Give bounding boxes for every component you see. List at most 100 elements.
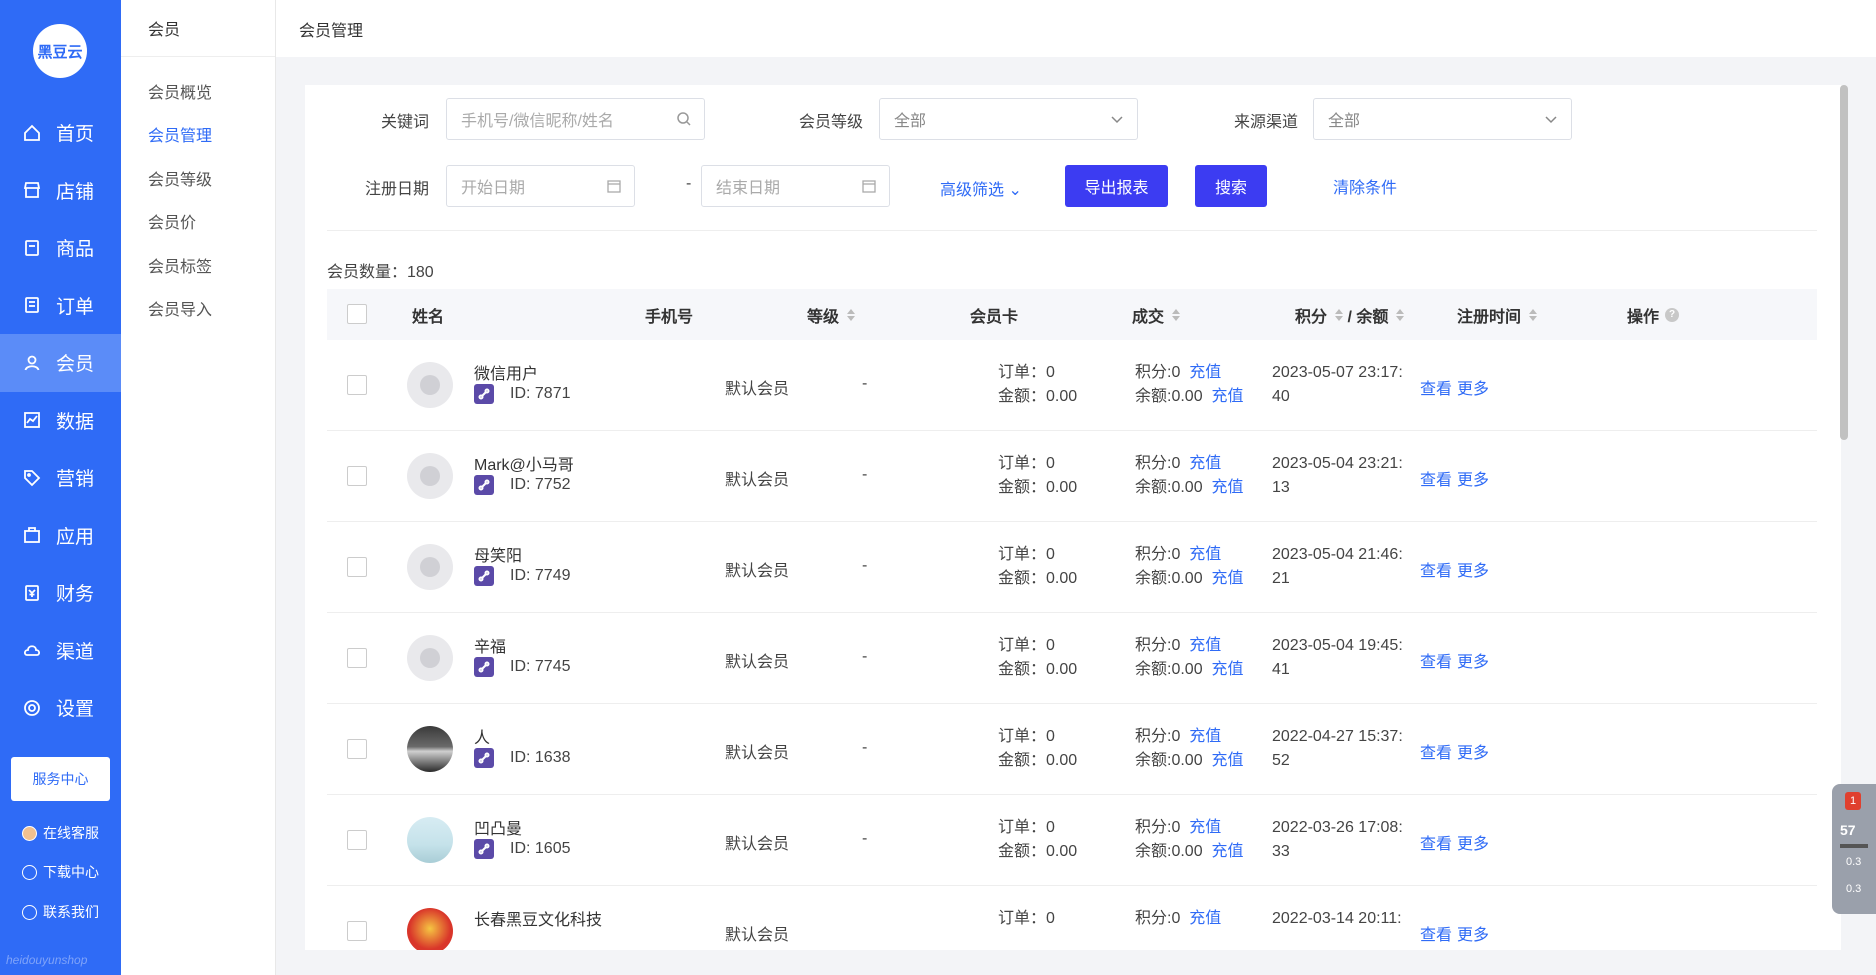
nav-item-7[interactable]: 应用 [0, 507, 121, 565]
points-recharge-link[interactable]: 充值 [1189, 910, 1221, 927]
help-icon[interactable]: ? [1665, 307, 1680, 322]
deal-cell: 订单：0 金额：0.00 [998, 452, 1077, 500]
order-icon [22, 295, 42, 315]
points-value: 积分:0 [1135, 819, 1181, 836]
keyword-input[interactable]: 手机号/微信昵称/姓名 [446, 98, 705, 140]
start-date-input[interactable]: 开始日期 [446, 165, 635, 207]
points-recharge-link[interactable]: 充值 [1189, 819, 1221, 836]
row-checkbox[interactable] [347, 739, 367, 759]
secnav-item-3[interactable]: 会员价 [121, 200, 275, 244]
online-service-link[interactable]: 在线客服 [0, 823, 121, 843]
points-recharge-link[interactable]: 充值 [1189, 637, 1221, 654]
more-link[interactable]: 更多 [1457, 648, 1489, 672]
select-all-checkbox[interactable] [347, 304, 367, 324]
row-checkbox[interactable] [347, 375, 367, 395]
row-checkbox[interactable] [347, 557, 367, 577]
order-count: 订单：0 [998, 819, 1055, 836]
points-recharge-link[interactable]: 充值 [1189, 364, 1221, 381]
points-value: 积分:0 [1135, 455, 1181, 472]
balance-recharge-link[interactable]: 充值 [1211, 570, 1243, 587]
balance-recharge-link[interactable]: 充值 [1211, 388, 1243, 405]
points-recharge-link[interactable]: 充值 [1189, 455, 1221, 472]
col-reg-time[interactable]: 注册时间 [1457, 289, 1538, 340]
secnav-item-4[interactable]: 会员标签 [121, 243, 275, 287]
contact-us-link[interactable]: 联系我们 [0, 902, 121, 922]
system-monitor-widget[interactable]: 1 57 0.3 0.3 [1832, 784, 1876, 914]
nav-item-1[interactable]: 店铺 [0, 162, 121, 220]
app-logo[interactable]: 黑豆云 [33, 24, 87, 78]
secnav-item-5[interactable]: 会员导入 [121, 287, 275, 331]
secnav-item-1[interactable]: 会员管理 [121, 113, 275, 157]
order-amount: 金额：0.00 [998, 752, 1078, 769]
secnav-item-2[interactable]: 会员等级 [121, 156, 275, 200]
end-date-input[interactable]: 结束日期 [701, 165, 890, 207]
more-link[interactable]: 更多 [1457, 830, 1489, 854]
balance-recharge-link[interactable]: 充值 [1211, 661, 1243, 678]
member-level: 默认会员 [725, 563, 790, 580]
more-link[interactable]: 更多 [1457, 375, 1489, 399]
col-points-balance[interactable]: 积分 / 余额 [1295, 289, 1405, 340]
row-checkbox[interactable] [347, 466, 367, 486]
balance-recharge-link[interactable]: 充值 [1211, 479, 1243, 496]
col-ops: 操作? [1627, 289, 1680, 340]
more-link[interactable]: 更多 [1457, 466, 1489, 490]
row-checkbox[interactable] [347, 648, 367, 668]
channel-icon [22, 640, 42, 660]
view-link[interactable]: 查看 [1420, 648, 1452, 672]
nav-item-0[interactable]: 首页 [0, 104, 121, 162]
export-button[interactable]: 导出报表 [1065, 165, 1168, 207]
col-deal[interactable]: 成交 [1132, 289, 1181, 340]
col-level[interactable]: 等级 [807, 289, 856, 340]
balance-recharge-link[interactable]: 充值 [1211, 752, 1243, 769]
member-name: 辛福 [474, 639, 507, 656]
member-id-text: ID: 1605 [510, 840, 571, 857]
order-amount: 金额：0.00 [998, 661, 1078, 678]
advanced-filter-link[interactable]: 高级筛选 ⌄ [940, 176, 1022, 200]
view-link[interactable]: 查看 [1420, 830, 1452, 854]
source-select[interactable]: 全部 [1313, 98, 1572, 140]
more-link[interactable]: 更多 [1457, 921, 1489, 945]
nav-item-5[interactable]: 数据 [0, 392, 121, 450]
level-select[interactable]: 全部 [879, 98, 1138, 140]
main-card: 关键词 手机号/微信昵称/姓名 会员等级 全部 来源渠道 全部 注册日期 开始日… [305, 85, 1841, 950]
table-row: 微信用户 ID: 7871 默认会员 - 订单：0 金额：0.00 积分:0 充值 余额:0.… [327, 340, 1817, 431]
points-balance-cell: 积分:0 充值 余额:0.00 充值 [1135, 725, 1244, 773]
nav-item-3[interactable]: 订单 [0, 277, 121, 335]
reg-time-cell: 2022-03-14 20:11: [1272, 907, 1402, 931]
view-link[interactable]: 查看 [1420, 739, 1452, 763]
reg-time-cell: 2023-05-04 21:46: 21 [1272, 543, 1403, 591]
reg-time-line2: 33 [1272, 843, 1290, 860]
nav-item-2[interactable]: 商品 [0, 219, 121, 277]
avatar [407, 817, 453, 863]
more-link[interactable]: 更多 [1457, 557, 1489, 581]
search-button[interactable]: 搜索 [1195, 165, 1267, 207]
secnav-item-0[interactable]: 会员概览 [121, 69, 275, 113]
view-link[interactable]: 查看 [1420, 375, 1452, 399]
deal-cell: 订单：0 金额：0.00 [998, 543, 1077, 591]
points-recharge-link[interactable]: 充值 [1189, 546, 1221, 563]
service-center-button[interactable]: 服务中心 [11, 757, 110, 801]
nav-item-label: 商品 [56, 239, 95, 261]
row-checkbox[interactable] [347, 830, 367, 850]
view-link[interactable]: 查看 [1420, 921, 1452, 945]
view-link[interactable]: 查看 [1420, 466, 1452, 490]
nav-item-4[interactable]: 会员 [0, 334, 121, 392]
nav-item-label: 店铺 [56, 181, 95, 203]
more-link[interactable]: 更多 [1457, 739, 1489, 763]
balance-recharge-link[interactable]: 充值 [1211, 843, 1243, 860]
main-nav-list: 首页店铺商品订单 会员 数据 营销 应用 财务 渠道设置 [0, 104, 121, 737]
row-checkbox[interactable] [347, 921, 367, 941]
nav-item-10[interactable]: 设置 [0, 679, 121, 737]
clear-filters-link[interactable]: 清除条件 [1333, 174, 1397, 198]
scrollbar[interactable] [1840, 85, 1848, 440]
table-row: 人 ID: 1638 默认会员 - 订单：0 金额：0.00 积分:0 充值 余额:0.00 … [327, 704, 1817, 795]
nav-item-6[interactable]: 营销 [0, 449, 121, 507]
download-center-link[interactable]: 下载中心 [0, 862, 121, 882]
nav-item-8[interactable]: 财务 [0, 564, 121, 622]
table-row: 凹凸曼 ID: 1605 默认会员 - 订单：0 金额：0.00 积分:0 充值 余额:0.0… [327, 795, 1817, 886]
nav-item-9[interactable]: 渠道 [0, 622, 121, 680]
reg-time-line2: 13 [1272, 479, 1290, 496]
view-link[interactable]: 查看 [1420, 557, 1452, 581]
nav-item-label: 设置 [56, 699, 95, 721]
points-recharge-link[interactable]: 充值 [1189, 728, 1221, 745]
